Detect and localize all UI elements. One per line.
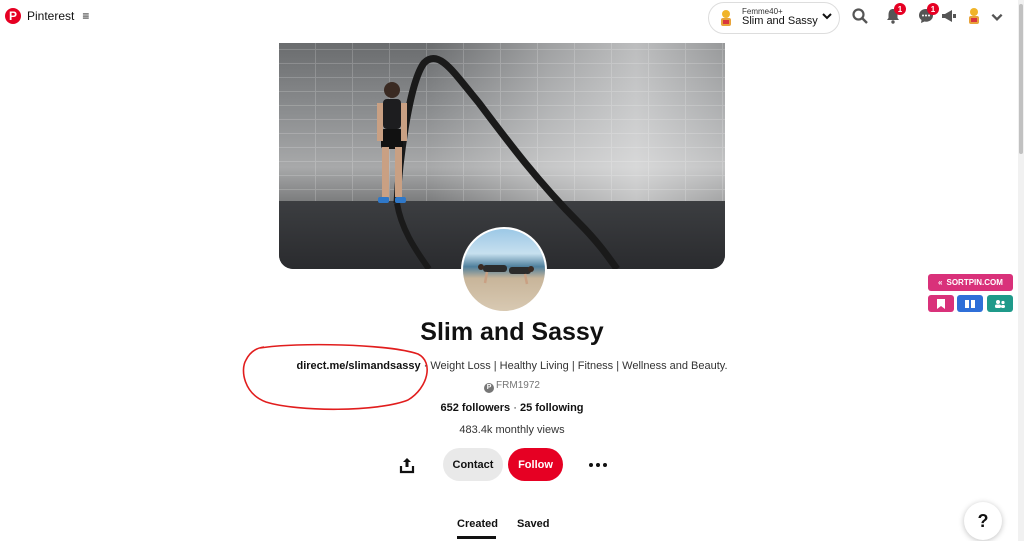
- sortpin-users-button[interactable]: [987, 295, 1013, 312]
- monthly-views: 483.4k monthly views: [459, 424, 565, 436]
- account-switcher[interactable]: Femme40+ Slim and Sassy: [708, 2, 840, 34]
- more-options-icon[interactable]: [588, 456, 608, 474]
- profile-handle: P FRM1972: [0, 380, 1024, 393]
- notifications-button[interactable]: 1: [884, 3, 906, 25]
- profile-name: Slim and Sassy: [420, 318, 604, 346]
- messages-badge: 1: [927, 3, 939, 15]
- help-button[interactable]: ?: [964, 502, 1002, 540]
- sortpin-board-button[interactable]: [957, 295, 983, 312]
- profile-bio: direct.me/slimandsassy · Weight Loss | H…: [0, 360, 1024, 372]
- tab-created[interactable]: Created: [457, 518, 498, 530]
- pinterest-home-link[interactable]: P Pinterest ≡: [5, 8, 89, 24]
- sortpin-bookmark-button[interactable]: [928, 295, 954, 312]
- active-tab-indicator: [457, 536, 496, 539]
- account-avatar-icon: [721, 10, 731, 26]
- scrollbar-thumb[interactable]: [1019, 4, 1023, 154]
- handle-text: FRM1972: [496, 380, 540, 391]
- sortpin-button[interactable]: « SORTPIN.COM: [928, 274, 1013, 291]
- follow-button[interactable]: Follow: [508, 448, 563, 481]
- following-count[interactable]: 25 following: [520, 402, 584, 414]
- account-switcher-label: Slim and Sassy: [742, 15, 818, 28]
- columns-icon: [965, 299, 975, 308]
- profile-avatar-icon[interactable]: [965, 7, 983, 25]
- followers-count[interactable]: 652 followers: [440, 402, 510, 414]
- search-icon[interactable]: [851, 7, 869, 25]
- pinterest-small-icon: P: [484, 383, 495, 393]
- sortpin-label: SORTPIN.COM: [946, 278, 1003, 287]
- messages-button[interactable]: 1: [917, 3, 939, 25]
- red-circle-annotation: [242, 343, 428, 411]
- pinterest-logo-icon: P: [5, 8, 21, 24]
- menu-icon[interactable]: ≡: [82, 9, 89, 23]
- bio-text: · Weight Loss | Healthy Living | Fitness…: [420, 360, 728, 372]
- double-chevron-left-icon: «: [938, 278, 943, 287]
- contact-button[interactable]: Contact: [443, 448, 503, 481]
- profile-avatar: [461, 227, 547, 313]
- share-icon[interactable]: [398, 456, 416, 474]
- megaphone-icon[interactable]: [940, 7, 958, 25]
- brand-name: Pinterest: [27, 9, 75, 23]
- scrollbar-track[interactable]: [1018, 0, 1024, 541]
- users-icon: [995, 299, 1005, 308]
- account-menu-chevron-icon[interactable]: [990, 10, 1004, 24]
- notifications-badge: 1: [894, 3, 906, 15]
- bookmark-icon: [937, 298, 945, 309]
- tab-saved[interactable]: Saved: [517, 518, 549, 530]
- chevron-down-icon: [822, 13, 832, 20]
- follow-stats: 652 followers · 25 following: [440, 402, 584, 414]
